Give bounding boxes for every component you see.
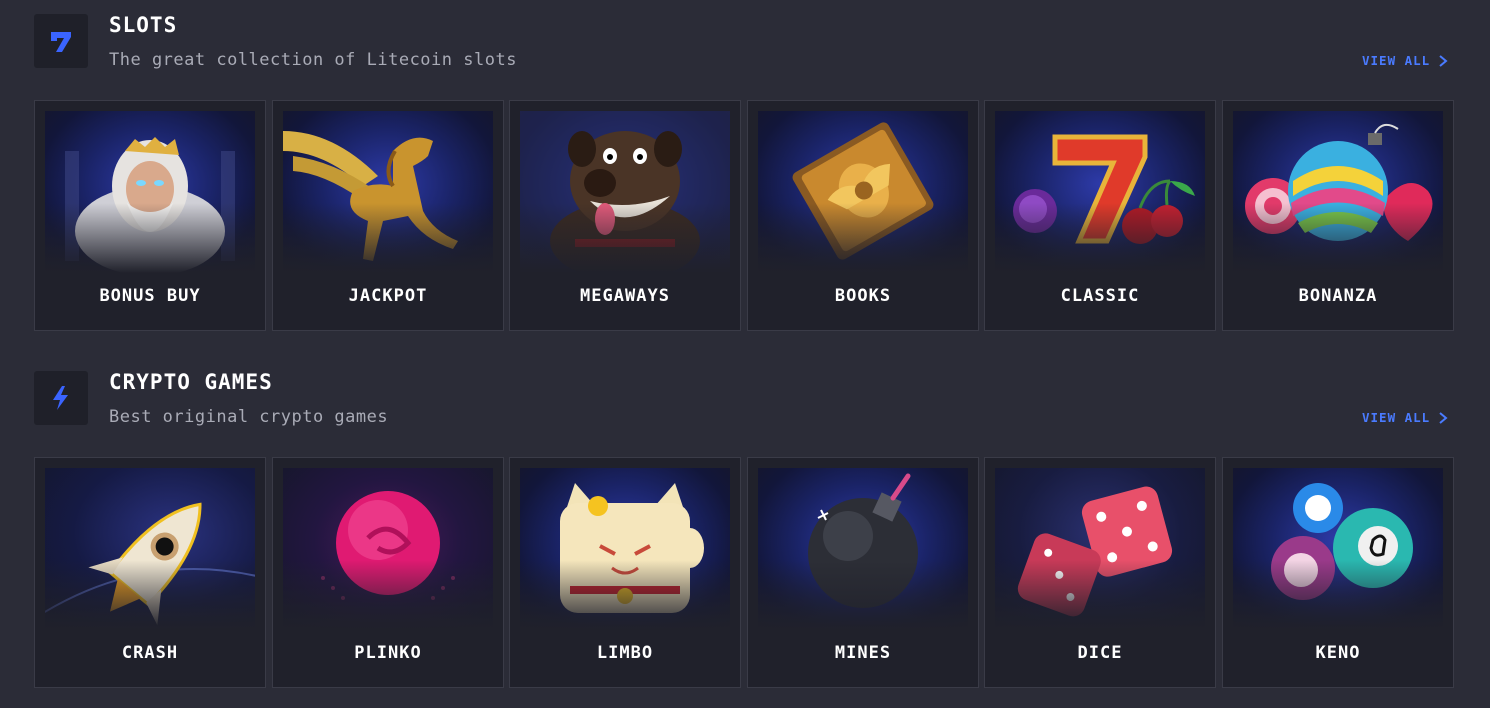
seven-icon [34, 14, 88, 68]
game-card-bonanza[interactable]: BONANZA [1222, 100, 1454, 331]
chevron-right-icon [1439, 54, 1448, 67]
card-label: DICE [1077, 643, 1123, 663]
dice-icon [995, 468, 1205, 630]
game-card-plinko[interactable]: PLINKO [272, 457, 504, 688]
game-card-megaways[interactable]: MEGAWAYS [509, 100, 741, 331]
section-subtitle: Best original crypto games [109, 407, 389, 427]
pegasus-icon [283, 111, 493, 273]
game-card-mines[interactable]: MINES [747, 457, 979, 688]
card-label: CRASH [121, 643, 179, 663]
book-icon [758, 111, 968, 273]
keno-balls-icon [1233, 468, 1443, 630]
card-label: KENO [1315, 643, 1361, 663]
ball-icon [283, 468, 493, 630]
game-card-limbo[interactable]: LIMBO [509, 457, 741, 688]
section-title: SLOTS [109, 13, 178, 37]
section-title: CRYPTO GAMES [109, 370, 273, 394]
game-card-classic[interactable]: CLASSIC [984, 100, 1216, 331]
lightning-icon [34, 371, 88, 425]
card-label: BONANZA [1298, 286, 1378, 306]
lucky-seven-icon [995, 111, 1205, 273]
game-card-books[interactable]: BOOKS [747, 100, 979, 331]
card-label: BONUS BUY [99, 286, 201, 306]
card-label: MINES [834, 643, 892, 663]
chevron-right-icon [1439, 411, 1448, 424]
view-all-label: VIEW ALL [1362, 53, 1431, 68]
slots-grid: BONUS BUY JACKPOT MEGAWAYS BOOKS CLASSIC… [34, 100, 1454, 332]
card-label: CLASSIC [1060, 286, 1140, 306]
crypto-games-grid: CRASH PLINKO LIMBO MINES DICE KENO [34, 457, 1454, 689]
card-label: MEGAWAYS [580, 286, 670, 306]
view-all-link[interactable]: VIEW ALL [1362, 53, 1448, 68]
game-card-bonus-buy[interactable]: BONUS BUY [34, 100, 266, 331]
rocket-icon [45, 468, 255, 630]
game-card-crash[interactable]: CRASH [34, 457, 266, 688]
game-card-jackpot[interactable]: JACKPOT [272, 100, 504, 331]
game-card-keno[interactable]: KENO [1222, 457, 1454, 688]
zeus-icon [45, 111, 255, 273]
view-all-link[interactable]: VIEW ALL [1362, 410, 1448, 425]
card-label: PLINKO [354, 643, 422, 663]
card-label: LIMBO [596, 643, 654, 663]
lucky-cat-icon [520, 468, 730, 630]
candy-icon [1233, 111, 1443, 273]
view-all-label: VIEW ALL [1362, 410, 1431, 425]
bomb-icon [758, 468, 968, 630]
dog-icon [520, 111, 730, 273]
card-label: JACKPOT [348, 286, 428, 306]
card-label: BOOKS [834, 286, 892, 306]
section-subtitle: The great collection of Litecoin slots [109, 50, 517, 70]
game-card-dice[interactable]: DICE [984, 457, 1216, 688]
